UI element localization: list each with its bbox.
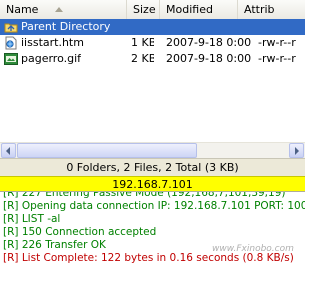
gif-image-icon bbox=[4, 53, 18, 65]
html-file-icon bbox=[5, 36, 17, 50]
column-header-attrib[interactable]: Attrib bbox=[238, 0, 305, 19]
arrow-left-icon bbox=[6, 147, 10, 155]
watermark-text: www.Fxinobo.com bbox=[212, 244, 294, 254]
file-name: pagerro.gif bbox=[21, 52, 82, 65]
column-header-size-label: Size bbox=[133, 3, 156, 16]
column-header-bar: Name Size Modified Attrib bbox=[0, 0, 305, 20]
scroll-right-button[interactable] bbox=[289, 143, 304, 158]
column-header-name-label: Name bbox=[6, 3, 39, 16]
column-header-attrib-label: Attrib bbox=[244, 3, 275, 16]
file-size: 1 KB bbox=[131, 36, 154, 49]
scroll-left-button[interactable] bbox=[1, 143, 16, 158]
log-line: [R] 227 Entering Passive Mode (192,168,7… bbox=[3, 192, 286, 199]
parent-folder-icon bbox=[4, 23, 18, 33]
log-pane[interactable]: [R] 227 Entering Passive Mode (192,168,7… bbox=[0, 192, 305, 284]
arrow-right-icon bbox=[295, 147, 299, 155]
file-modified: 2007-9-18 0:00 bbox=[166, 52, 252, 65]
log-line: [R] 226 Transfer OK bbox=[3, 239, 106, 251]
column-header-modified[interactable]: Modified bbox=[160, 0, 238, 19]
file-attrib: -rw-r--r bbox=[258, 52, 296, 65]
log-line: [R] 150 Connection accepted bbox=[3, 226, 157, 238]
status-host-address: 192.168.7.101 bbox=[0, 176, 305, 192]
column-header-name[interactable]: Name bbox=[0, 0, 127, 19]
horizontal-scrollbar[interactable] bbox=[0, 142, 305, 159]
file-modified: 2007-9-18 0:00 bbox=[166, 36, 252, 49]
log-line: [R] LIST -al bbox=[3, 213, 61, 225]
file-row-parent-directory[interactable]: Parent Directory bbox=[0, 19, 305, 35]
file-row[interactable]: iisstart.htm 1 KB 2007-9-18 0:00 -rw-r--… bbox=[0, 35, 305, 51]
file-size: 2 KB bbox=[131, 52, 154, 65]
scrollbar-thumb[interactable] bbox=[17, 143, 197, 158]
file-name: Parent Directory bbox=[21, 20, 111, 33]
file-row[interactable]: pagerro.gif 2 KB 2007-9-18 0:00 -rw-r--r bbox=[0, 51, 305, 67]
file-attrib: -rw-r--r bbox=[258, 36, 296, 49]
log-line: [R] Opening data connection IP: 192.168.… bbox=[3, 200, 305, 212]
file-list-pane[interactable]: Name Size Modified Attrib Parent Directo… bbox=[0, 0, 305, 159]
sort-ascending-icon bbox=[55, 7, 63, 12]
column-header-size[interactable]: Size bbox=[127, 0, 160, 19]
file-name: iisstart.htm bbox=[21, 36, 84, 49]
column-header-modified-label: Modified bbox=[166, 3, 213, 16]
status-summary: 0 Folders, 2 Files, 2 Total (3 KB) bbox=[0, 158, 305, 176]
